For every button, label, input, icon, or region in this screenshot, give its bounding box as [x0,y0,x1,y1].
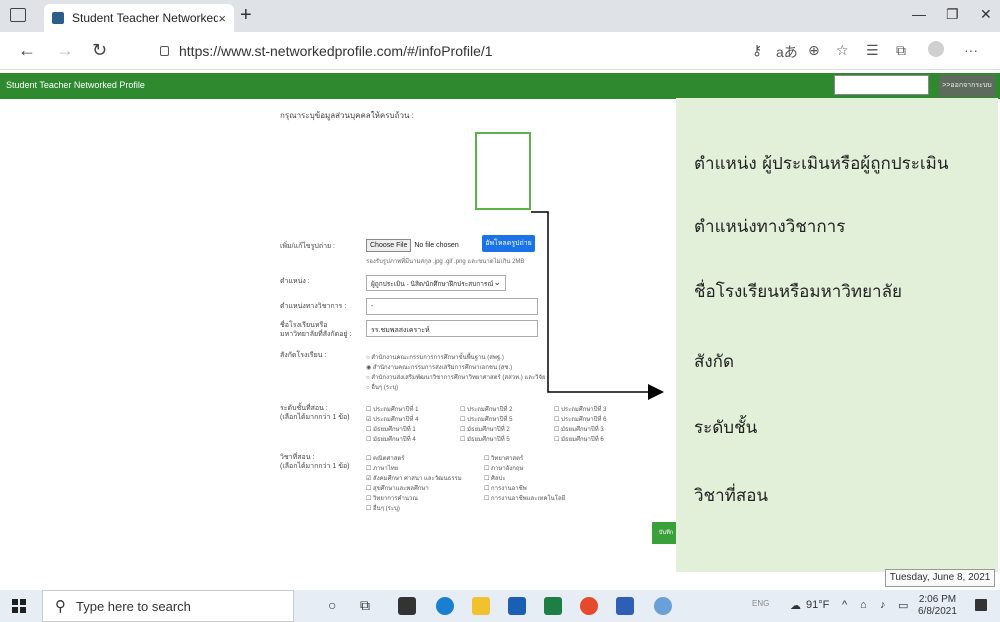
tray-chevron-icon[interactable]: ^ [842,599,847,611]
word-icon[interactable] [616,597,634,615]
mail-icon[interactable] [508,597,526,615]
language-indicator[interactable]: ENG [752,599,769,608]
notification-icon[interactable] [975,599,987,611]
keyboard-icon[interactable]: ▭ [898,599,908,612]
file-explorer-icon[interactable] [472,597,490,615]
search-icon: ⚲ [55,598,66,615]
volume-icon[interactable]: ♪ [880,599,886,611]
chrome-icon[interactable] [580,597,598,615]
weather-icon[interactable]: ☁ [790,599,801,612]
start-icon[interactable] [12,599,26,613]
excel-icon[interactable] [544,597,562,615]
taskbar: ⚲ Type here to search ○ ⧉ ENG ☁ 91°F ^ ⌂… [0,590,1000,622]
edge-icon[interactable] [436,597,454,615]
clock-date: 6/8/2021 [918,606,957,617]
weather-temperature[interactable]: 91°F [806,599,829,611]
network-app-icon[interactable] [654,597,672,615]
taskbar-search[interactable]: ⚲ Type here to search [42,590,294,622]
callout-arrow [531,211,664,400]
screen: Student Teacher Networked Prof × + — ❐ ✕… [0,0,1000,622]
date-tooltip: Tuesday, June 8, 2021 [885,569,995,587]
clock-time: 2:06 PM [918,594,957,605]
taskbar-clock[interactable]: 2:06 PM 6/8/2021 [918,594,957,618]
search-placeholder: Type here to search [76,598,191,614]
network-icon[interactable]: ⌂ [860,599,867,611]
store-icon[interactable] [398,597,416,615]
task-view-icon[interactable]: ⧉ [360,597,370,614]
cortana-icon[interactable]: ○ [328,597,336,613]
